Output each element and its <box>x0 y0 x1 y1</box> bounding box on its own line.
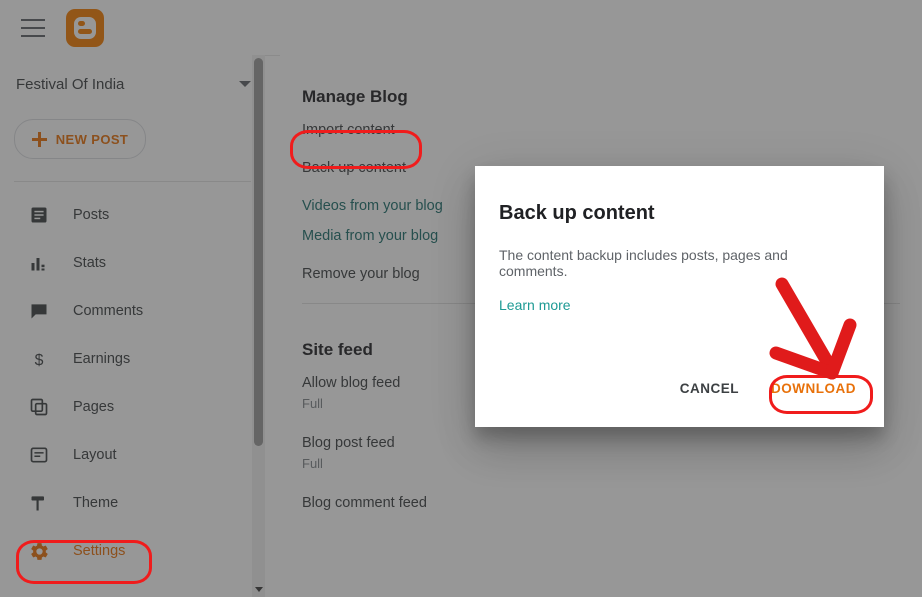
dialog-body-text: The content backup includes posts, pages… <box>499 247 788 279</box>
download-button[interactable]: DOWNLOAD <box>759 372 868 405</box>
dialog-title: Back up content <box>499 202 655 224</box>
cancel-button[interactable]: CANCEL <box>668 372 751 405</box>
back-up-content-dialog: Back up content The content backup inclu… <box>475 166 884 427</box>
dialog-actions: CANCEL DOWNLOAD <box>668 372 868 405</box>
learn-more-link[interactable]: Learn more <box>499 297 571 313</box>
